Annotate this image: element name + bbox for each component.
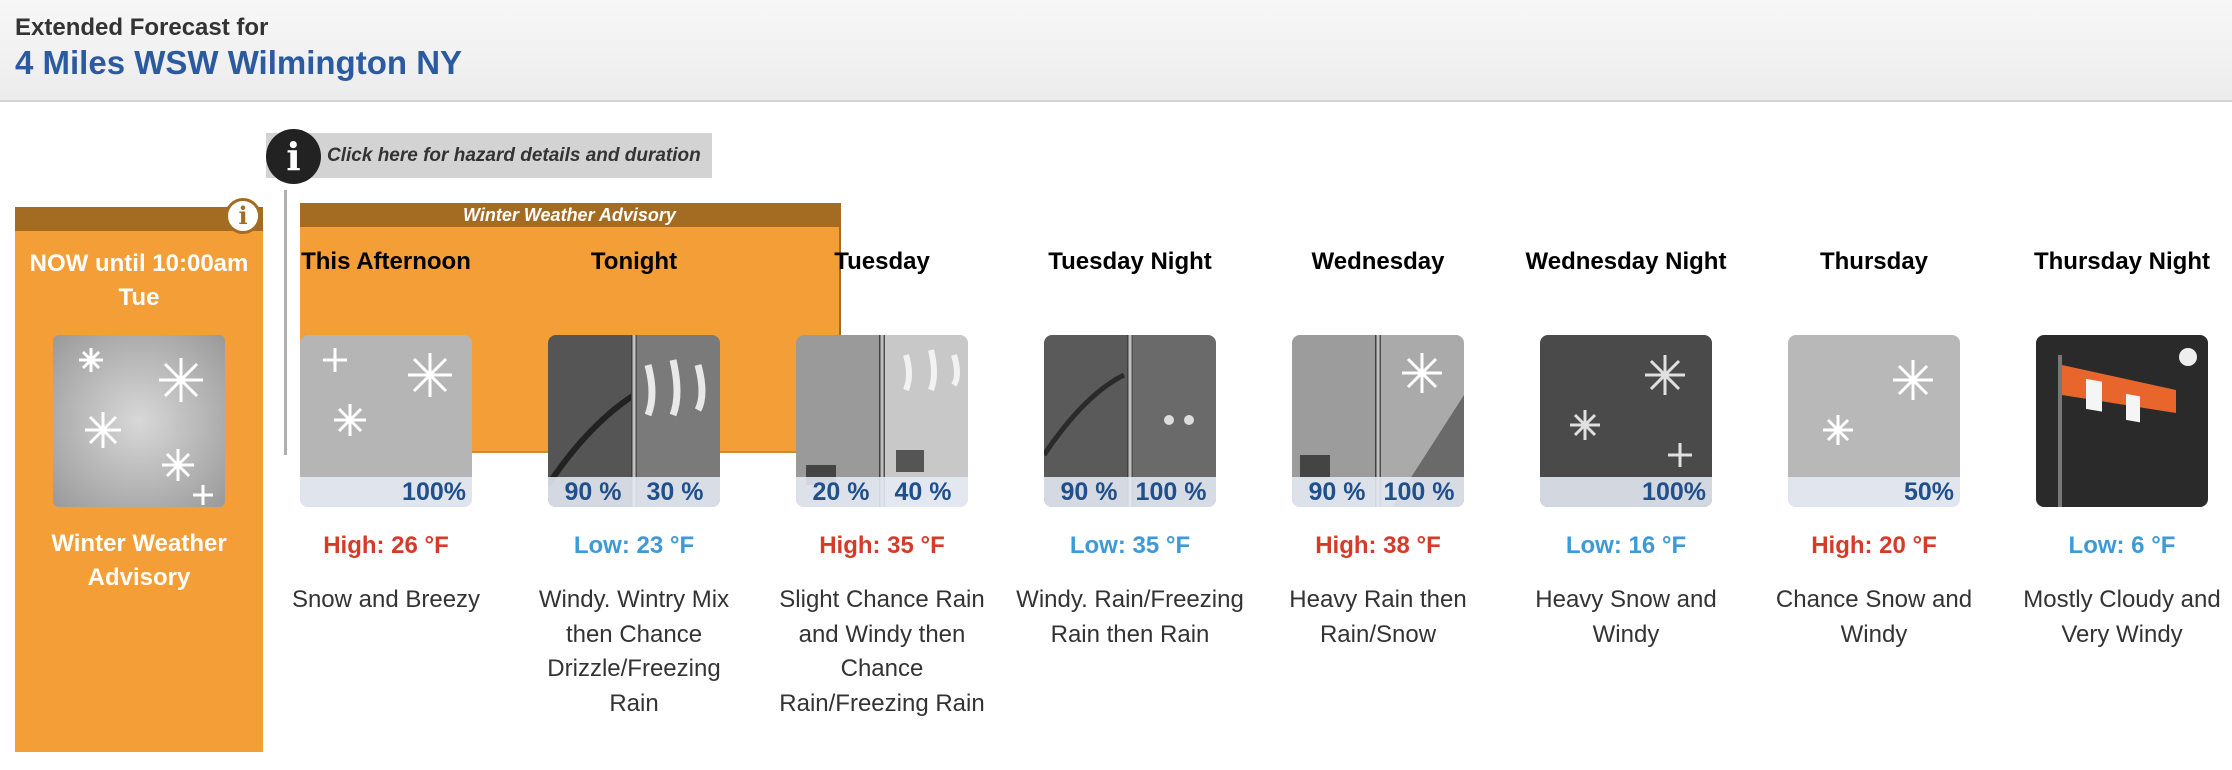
temperature: Low: 6 °F (2068, 532, 2176, 559)
short-description: Windy. Rain/Freezing Rain then Rain (1016, 586, 1244, 648)
hazard-details-link[interactable]: i Click here for hazard details and dura… (266, 129, 712, 184)
precip-chance-right: 40 % (894, 478, 952, 506)
precip-chance: 100% (300, 477, 472, 507)
short-description: Mostly Cloudy and Very Windy (2023, 586, 2221, 648)
precip-chance-left: 90 % (564, 478, 622, 506)
temperature: Low: 16 °F (1565, 532, 1687, 559)
now-hazard-panel[interactable]: i NOW until 10:00am Tue Winter Weather A… (15, 198, 263, 752)
forecast-period[interactable]: This Afternoon 100% High: 26 °F Snow and… (262, 245, 510, 618)
forecast-period[interactable]: Thursday 50% High: 20 °F Chance Snow and… (1750, 245, 1998, 652)
forecast-period[interactable]: Tonight 90 % 30 % Low: 23 °F Windy. Wintr… (510, 245, 758, 721)
precip-chance-left: 90 % (1060, 478, 1118, 506)
precip-chance-right: 100 % (1135, 478, 1207, 506)
temperature: Low: 23 °F (573, 532, 695, 559)
forecast-header: Extended Forecast for 4 Miles WSW Wilmin… (0, 0, 2232, 102)
forecast-period[interactable]: Thursday Night Low: 6 °F Mostly Cloudy a… (1998, 245, 2232, 652)
period-name: This Afternoon (301, 248, 471, 275)
period-name: Tuesday (834, 248, 930, 275)
info-icon: i (266, 129, 321, 184)
advisory-banner-label: Winter Weather Advisory (300, 203, 839, 227)
temperature: High: 26 °F (323, 532, 449, 559)
temperature: High: 35 °F (819, 532, 945, 559)
temperature: High: 38 °F (1315, 532, 1441, 559)
precip-chance-right: 100 % (1383, 478, 1455, 506)
forecast-period[interactable]: Wednesday 90 % 100 % High: 38 °F Heavy Ra… (1254, 245, 1502, 652)
period-name: Tuesday Night (1048, 248, 1212, 275)
info-icon[interactable]: i (225, 198, 261, 234)
snow-icon: 100% (300, 335, 472, 507)
period-name: Thursday Night (2033, 248, 2210, 275)
short-description: Heavy Snow and Windy (1535, 586, 1717, 648)
precip-chance-left: 90 % (1308, 478, 1366, 506)
hazard-link-text: Click here for hazard details and durati… (327, 145, 701, 166)
short-description: Slight Chance Rain and Windy then Chance… (779, 586, 985, 717)
snow-icon: 50% (1788, 335, 1960, 507)
now-title: NOW until 10:00am Tue (29, 250, 249, 311)
night-snow-icon: 100% (1540, 335, 1712, 507)
short-description: Snow and Breezy (291, 586, 481, 613)
rain-freezing-rain-icon: 20 % 40 % (796, 335, 968, 507)
rain-snow-icon: 90 % 100 % (1292, 335, 1464, 507)
period-name: Thursday (1819, 248, 1929, 275)
period-name: Wednesday Night (1525, 248, 1727, 275)
precip-chance: 90 % 100 % (1044, 477, 1216, 507)
precip-chance: 50% (1788, 477, 1960, 507)
short-description: Windy. Wintry Mix then Chance Drizzle/Fr… (538, 586, 730, 717)
short-description: Chance Snow and Windy (1775, 586, 1973, 648)
snow-icon (53, 335, 225, 507)
precip-chance-left: 20 % (812, 478, 870, 506)
precip-chance-right: 30 % (646, 478, 704, 506)
period-name: Wednesday (1311, 248, 1445, 275)
header-label: Extended Forecast for (15, 14, 269, 41)
windsock-icon (2036, 335, 2208, 507)
location-title: 4 Miles WSW Wilmington NY (15, 44, 463, 81)
temperature: Low: 35 °F (1069, 532, 1191, 559)
forecast-period[interactable]: Tuesday 20 % 40 % High: 35 °F Slight Chan… (758, 245, 1006, 721)
forecast-period[interactable]: Tuesday Night 90 % 100 % Low: 35 °F Windy… (1006, 245, 1254, 652)
rain-icon: 90 % 100 % (1044, 335, 1216, 507)
freezing-rain-icon: 90 % 30 % (548, 335, 720, 507)
forecast-period[interactable]: Wednesday Night 100% Low: 16 °F Heavy Sn… (1502, 245, 1750, 652)
precip-chance: 90 % 30 % (548, 477, 720, 507)
precip-chance: 100% (1540, 477, 1712, 507)
short-description: Heavy Rain then Rain/Snow (1289, 586, 1467, 648)
now-hazard-text: Winter Weather Advisory (51, 530, 227, 591)
period-name: Tonight (590, 248, 678, 275)
temperature: High: 20 °F (1811, 532, 1937, 559)
precip-chance: 90 % 100 % (1292, 477, 1464, 507)
precip-chance: 20 % 40 % (796, 477, 968, 507)
